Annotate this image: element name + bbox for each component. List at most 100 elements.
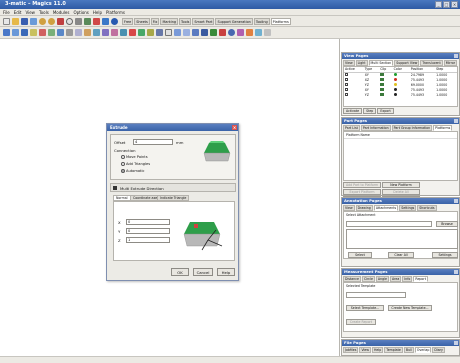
export-button[interactable]: Export	[377, 108, 394, 114]
fixing-icon[interactable]	[129, 29, 136, 36]
open-folder-icon[interactable]	[12, 17, 19, 25]
zoom-fit-icon[interactable]	[210, 29, 217, 36]
table-row[interactable]: YZ 75.4493 1.0000	[344, 92, 457, 97]
add-part-to-platform-button[interactable]: Add Part to Platform	[343, 182, 381, 188]
settings-button[interactable]: Settings	[432, 252, 458, 258]
clip-icon[interactable]	[380, 77, 385, 81]
color-swatch[interactable]	[393, 82, 397, 86]
attachment-path-input[interactable]	[346, 221, 432, 227]
boolean-icon[interactable]	[111, 29, 118, 36]
clip-icon[interactable]	[380, 92, 385, 96]
offset-icon[interactable]	[75, 29, 82, 36]
export-platform-button[interactable]: Export Platform	[343, 189, 381, 195]
triangle-select-icon[interactable]	[3, 29, 10, 36]
step-button[interactable]: Step	[363, 108, 377, 114]
help-button[interactable]: Help	[217, 268, 235, 276]
rotate-view-icon[interactable]	[228, 29, 235, 36]
redo-icon[interactable]	[48, 17, 55, 25]
create-report-button[interactable]: Create Report	[346, 319, 376, 325]
help-icon[interactable]	[111, 17, 118, 25]
view-iso-icon[interactable]	[201, 29, 208, 36]
menu-tools[interactable]: Tools	[39, 10, 49, 15]
clip-icon[interactable]	[380, 82, 385, 86]
active-checkbox[interactable]	[345, 77, 348, 81]
mirror-icon[interactable]	[120, 29, 127, 36]
ok-button[interactable]: OK	[171, 268, 189, 276]
panel-close-icon[interactable]	[454, 341, 458, 345]
attachment-list[interactable]	[346, 229, 458, 249]
close-button[interactable]: ×	[451, 1, 458, 8]
section-icon[interactable]	[246, 29, 253, 36]
clear-all-button[interactable]: Clear All	[388, 252, 414, 258]
clip-icon[interactable]	[380, 72, 385, 76]
toolbar-tab-free[interactable]: Free	[122, 17, 134, 25]
row-position[interactable]: 75.4493	[410, 92, 435, 97]
activate-button[interactable]: Activate	[343, 108, 363, 114]
label-icon[interactable]	[147, 29, 154, 36]
section-toggle-icon[interactable]	[113, 186, 117, 190]
option-automatic[interactable]: Automatic	[121, 169, 144, 173]
option-move-points[interactable]: Move Points	[121, 155, 148, 159]
tab-jobfiles[interactable]: Jobfiles	[343, 347, 359, 353]
toolbar-tab-tools[interactable]: Tools	[179, 17, 192, 25]
zoom-icon[interactable]	[84, 17, 91, 25]
color-swatch[interactable]	[393, 72, 397, 76]
tab-overlap[interactable]: Overlap	[414, 347, 432, 353]
surface-select-icon[interactable]	[12, 29, 19, 36]
cancel-button[interactable]: Cancel	[193, 268, 213, 276]
axis-x-input[interactable]: 0	[126, 219, 170, 225]
view-top-icon[interactable]	[183, 29, 190, 36]
maximize-button[interactable]: □	[443, 1, 450, 8]
view-right-icon[interactable]	[192, 29, 199, 36]
toolbar-tab-platforms[interactable]: Platforms	[270, 17, 291, 25]
panel-close-icon[interactable]	[454, 119, 458, 123]
toolbar-tab-fix[interactable]: Fix	[150, 17, 160, 25]
minimize-button[interactable]: _	[435, 1, 442, 8]
tab-bull[interactable]: Bull	[403, 347, 414, 353]
axis-z-input[interactable]: 1	[126, 237, 170, 243]
panel-close-icon[interactable]	[454, 199, 458, 203]
import-icon[interactable]	[30, 17, 37, 25]
shell-select-icon[interactable]	[21, 29, 28, 36]
menu-file[interactable]: File	[3, 10, 10, 15]
menu-options[interactable]: Options	[73, 10, 88, 15]
menu-modules[interactable]: Modules	[53, 10, 70, 15]
perspective-icon[interactable]	[237, 29, 244, 36]
toolbar-tab-sheets[interactable]: Sheets	[134, 17, 150, 25]
toolbar-tab-support-generation[interactable]: Support Generation	[215, 17, 253, 25]
tab-diary[interactable]: Diary	[432, 347, 445, 353]
toolbar-tab-smart-part[interactable]: Smart Part	[192, 17, 215, 25]
rotate-icon[interactable]	[66, 17, 73, 25]
row-step[interactable]: 1.0000	[435, 92, 457, 97]
browse-button[interactable]: Browse	[436, 221, 458, 227]
panel-close-icon[interactable]	[454, 270, 458, 274]
measure-icon[interactable]	[93, 17, 100, 25]
create-new-template-button[interactable]: Create New Template...	[388, 305, 432, 311]
save-icon[interactable]	[21, 17, 28, 25]
platform-list[interactable]: Platform Name	[343, 131, 458, 181]
view-front-icon[interactable]	[174, 29, 181, 36]
panel-close-icon[interactable]	[454, 54, 458, 58]
select-template-button[interactable]: Select Template...	[346, 305, 384, 311]
clip-icon[interactable]	[380, 87, 385, 91]
color-swatch[interactable]	[393, 87, 397, 91]
hollow-icon[interactable]	[66, 29, 73, 36]
select-button[interactable]: Select	[348, 252, 372, 258]
menu-platforms[interactable]: Platforms	[106, 10, 125, 15]
active-checkbox[interactable]	[345, 72, 348, 76]
new-file-icon[interactable]	[3, 17, 10, 25]
template-dropdown[interactable]	[346, 292, 406, 298]
tab-help[interactable]: Help	[372, 347, 384, 353]
menu-view[interactable]: View	[25, 10, 35, 15]
active-checkbox[interactable]	[345, 92, 348, 96]
plane-cut-icon[interactable]	[48, 29, 55, 36]
axis-y-input[interactable]: 0	[126, 228, 170, 234]
shading-icon[interactable]	[156, 29, 163, 36]
active-checkbox[interactable]	[345, 87, 348, 91]
toolbar-tab-marking[interactable]: Marking	[160, 17, 179, 25]
axis-icon[interactable]	[255, 29, 262, 36]
color-swatch[interactable]	[393, 92, 397, 96]
pan-icon[interactable]	[75, 17, 82, 25]
toolbar-tab-tooling[interactable]: Tooling	[253, 17, 270, 25]
lasso-icon[interactable]	[30, 29, 37, 36]
